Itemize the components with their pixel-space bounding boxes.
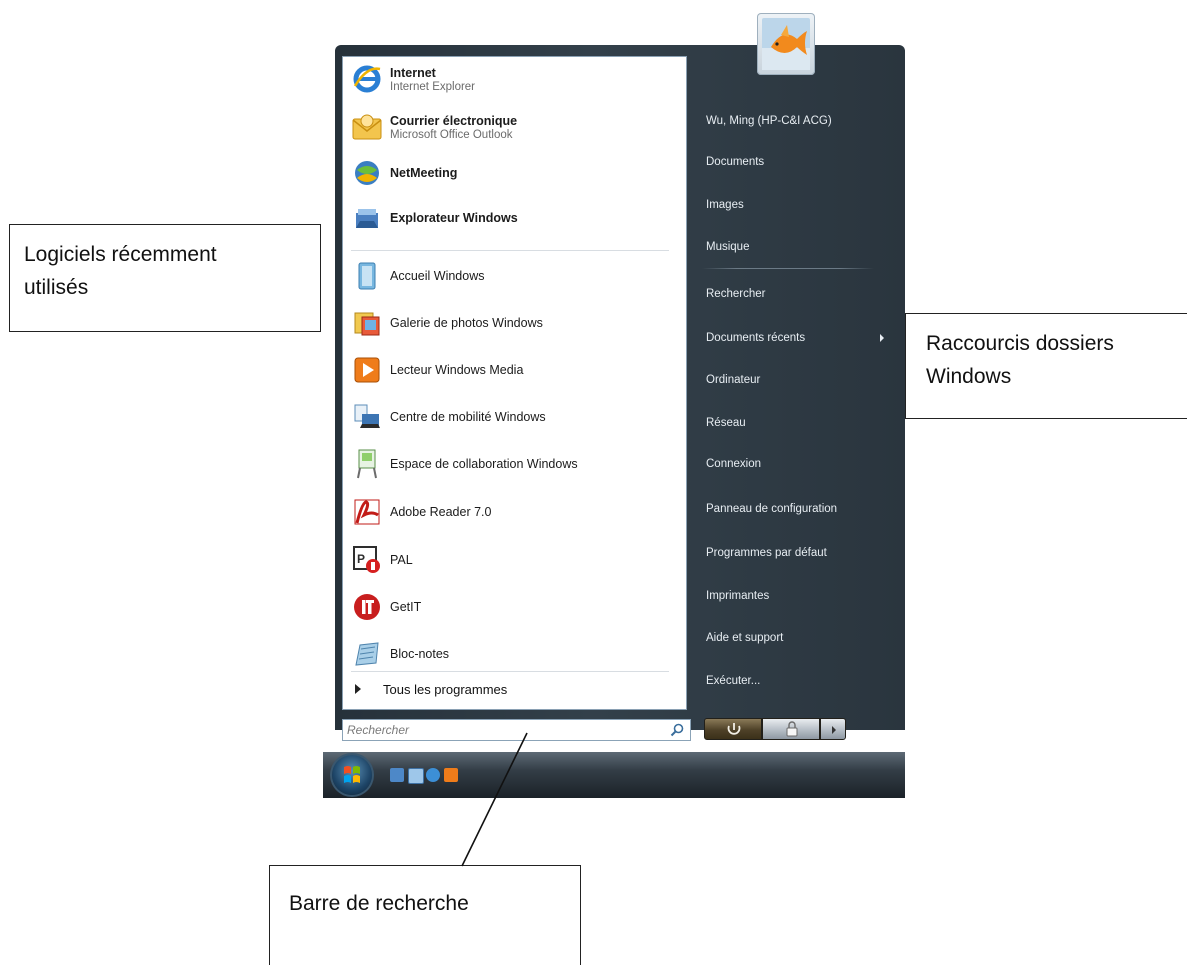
callout-recent-line-1: Logiciels récemment: [24, 243, 217, 266]
callout-recent-software: Logiciels récemment utilisés: [9, 224, 321, 332]
search-box: [342, 719, 691, 741]
programs-pane: Internet Internet Explorer Courrier élec…: [342, 56, 687, 710]
callout-recent-line-2: utilisés: [24, 275, 89, 299]
lock-icon: [786, 721, 798, 737]
callout-search-bar: Barre de recherche: [269, 865, 581, 965]
callout-shortcuts-line-1: Raccourcis dossiers: [926, 332, 1114, 355]
search-icon[interactable]: [670, 723, 684, 737]
program-title: Galerie de photos Windows: [390, 316, 543, 330]
notepad-icon: [351, 638, 383, 670]
arrow-right-icon: [832, 726, 836, 734]
link-computer[interactable]: Ordinateur: [706, 371, 760, 389]
link-default-programs[interactable]: Programmes par défaut: [706, 544, 827, 562]
fish-icon: [762, 18, 810, 70]
all-programs-label: Tous les programmes: [383, 681, 508, 697]
link-network[interactable]: Réseau: [706, 414, 746, 432]
program-title: Internet: [390, 65, 436, 80]
link-help-support[interactable]: Aide et support: [706, 629, 783, 647]
program-netmeeting[interactable]: NetMeeting: [351, 154, 671, 192]
media-player-taskbar-icon[interactable]: [444, 768, 458, 782]
program-email[interactable]: Courrier électronique Microsoft Office O…: [351, 108, 671, 146]
program-title: NetMeeting: [390, 166, 458, 180]
meeting-space-icon: [351, 448, 383, 480]
link-recent-documents[interactable]: Documents récents: [706, 329, 805, 347]
program-welcome-center[interactable]: Accueil Windows: [351, 257, 671, 295]
taskbar: [323, 752, 905, 798]
program-notepad[interactable]: Bloc-notes: [351, 635, 671, 673]
program-title: GetIT: [390, 600, 422, 614]
link-connect[interactable]: Connexion: [706, 455, 761, 473]
program-adobe-reader[interactable]: Adobe Reader 7.0: [351, 493, 671, 531]
show-desktop-icon[interactable]: [390, 768, 404, 782]
all-programs-separator: [351, 671, 669, 672]
link-printers[interactable]: Imprimantes: [706, 587, 769, 605]
switch-windows-icon[interactable]: [408, 768, 424, 784]
program-photo-gallery[interactable]: Galerie de photos Windows: [351, 304, 671, 342]
mobility-center-icon: [351, 401, 383, 433]
submenu-arrow-icon: [880, 334, 884, 342]
search-input[interactable]: [347, 722, 657, 738]
getit-icon: [351, 591, 383, 623]
start-button[interactable]: [332, 755, 372, 795]
power-button[interactable]: [704, 718, 762, 740]
program-title: Explorateur Windows: [390, 211, 518, 225]
program-title: Centre de mobilité Windows: [390, 410, 546, 424]
windows-logo-icon: [344, 766, 360, 783]
welcome-center-icon: [351, 260, 383, 292]
program-internet[interactable]: Internet Internet Explorer: [351, 60, 671, 98]
svg-text:P: P: [357, 552, 365, 566]
program-subtitle: Internet Explorer: [390, 80, 476, 93]
program-title: Accueil Windows: [390, 269, 485, 283]
program-pal[interactable]: P PAL: [351, 541, 671, 579]
program-meeting-space[interactable]: Espace de collaboration Windows: [351, 445, 671, 483]
callout-folder-shortcuts: Raccourcis dossiers Windows: [905, 313, 1187, 419]
internet-explorer-icon: [351, 63, 383, 95]
link-search[interactable]: Rechercher: [706, 285, 765, 303]
callout-search-text: Barre de recherche: [289, 892, 469, 915]
netmeeting-icon: [351, 157, 383, 189]
internet-explorer-taskbar-icon[interactable]: [426, 768, 440, 782]
program-title: Espace de collaboration Windows: [390, 457, 578, 471]
windows-explorer-icon: [351, 202, 383, 234]
all-programs-button[interactable]: Tous les programmes: [355, 678, 507, 700]
program-windows-explorer[interactable]: Explorateur Windows: [351, 199, 671, 237]
user-picture[interactable]: [757, 13, 815, 75]
lock-button[interactable]: [762, 718, 820, 740]
program-title: PAL: [390, 553, 413, 567]
link-images[interactable]: Images: [706, 196, 744, 214]
link-control-panel[interactable]: Panneau de configuration: [706, 500, 837, 518]
photo-gallery-icon: [351, 307, 383, 339]
media-player-icon: [351, 354, 383, 386]
callout-shortcuts-line-2: Windows: [926, 364, 1012, 388]
program-title: Bloc-notes: [390, 647, 450, 661]
power-icon: [727, 723, 741, 735]
outlook-icon: [351, 111, 383, 143]
pal-icon: P: [351, 544, 383, 576]
link-documents[interactable]: Documents: [706, 153, 764, 171]
program-media-player[interactable]: Lecteur Windows Media: [351, 351, 671, 389]
shutdown-options-button[interactable]: [820, 718, 846, 740]
program-mobility-center[interactable]: Centre de mobilité Windows: [351, 398, 671, 436]
user-name-link[interactable]: Wu, Ming (HP-C&I ACG): [706, 112, 832, 130]
program-title: Courrier électronique: [390, 113, 518, 128]
link-music[interactable]: Musique: [706, 238, 749, 256]
program-getit[interactable]: GetIT: [351, 588, 671, 626]
program-title: Lecteur Windows Media: [390, 363, 524, 377]
arrow-right-icon: [355, 684, 361, 694]
link-run[interactable]: Exécuter...: [706, 672, 760, 690]
pinned-separator: [351, 250, 669, 251]
program-title: Adobe Reader 7.0: [390, 505, 492, 519]
program-subtitle: Microsoft Office Outlook: [390, 128, 513, 141]
right-separator: [702, 268, 874, 269]
adobe-reader-icon: [351, 496, 383, 528]
